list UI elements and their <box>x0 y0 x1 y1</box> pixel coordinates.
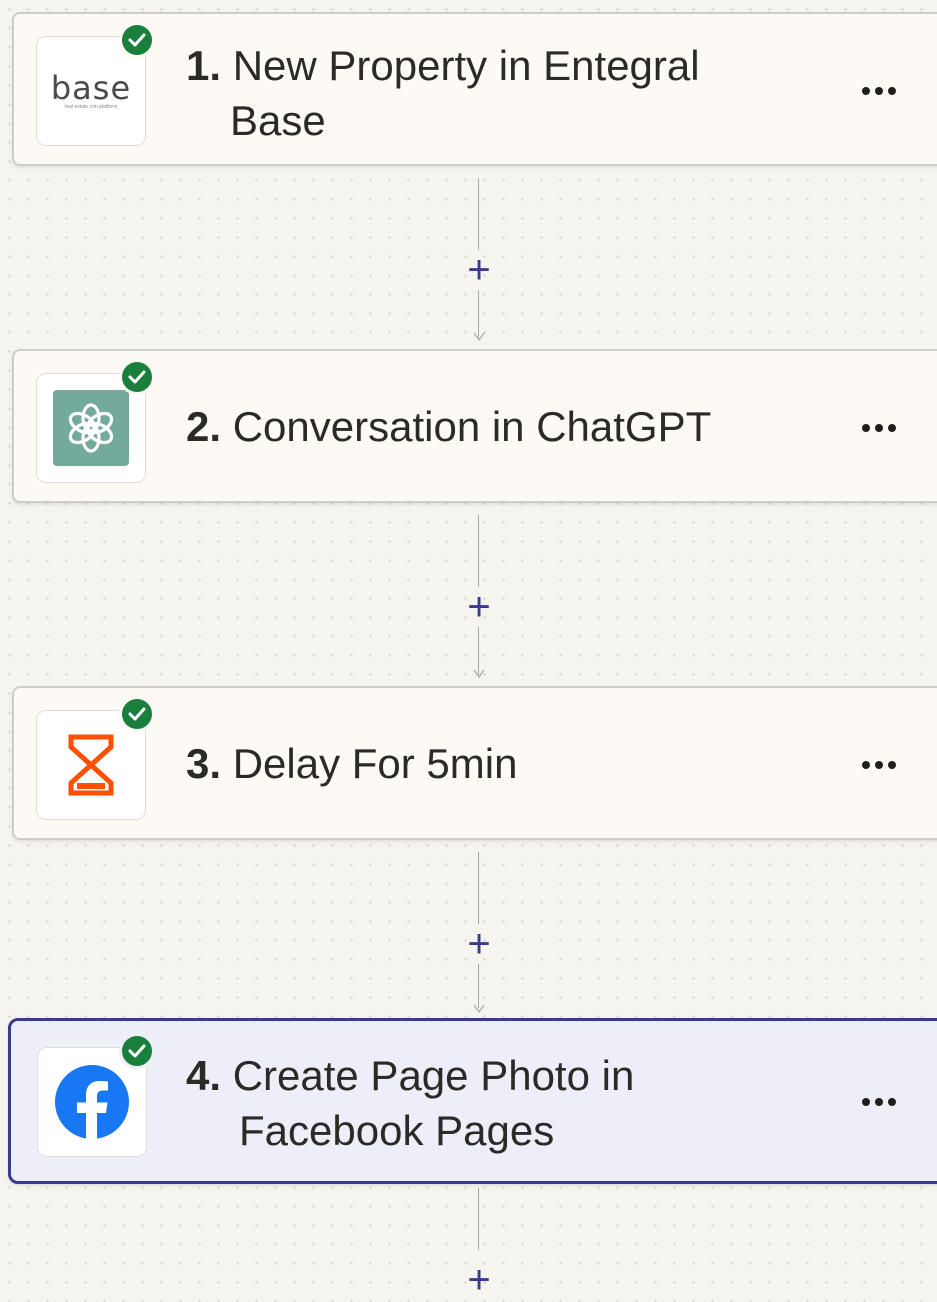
step-card-3[interactable]: 3. Delay For 5min <box>12 686 937 840</box>
connector-line <box>478 852 479 924</box>
step-menu-button[interactable] <box>849 1087 909 1117</box>
arrow-down-icon <box>473 332 485 342</box>
base-logo-icon: base real estate crm platform <box>51 72 131 110</box>
step-menu-button[interactable] <box>849 413 909 443</box>
add-step-button[interactable]: + <box>462 924 496 964</box>
step-title-line1: Conversation in ChatGPT <box>232 403 712 450</box>
step-card-2[interactable]: 2. Conversation in ChatGPT <box>12 349 937 503</box>
step-card-1[interactable]: base real estate crm platform 1. New Pro… <box>12 12 937 166</box>
connector-line <box>478 627 479 675</box>
step-title: 3. Delay For 5min <box>186 736 786 791</box>
connector-line <box>478 178 479 250</box>
step-title: 2. Conversation in ChatGPT <box>186 399 786 454</box>
connector-line <box>478 964 479 1008</box>
check-icon <box>119 359 155 395</box>
connector-line <box>478 515 479 587</box>
step-number: 4. <box>186 1052 222 1099</box>
step-title: 4. Create Page Photo in Facebook Pages <box>186 1048 786 1158</box>
step-number: 1. <box>186 42 222 89</box>
more-dots-icon <box>862 87 870 95</box>
add-step-button[interactable]: + <box>462 587 496 627</box>
arrow-down-icon <box>473 669 485 679</box>
add-step-button[interactable]: + <box>462 250 496 290</box>
step-menu-button[interactable] <box>849 76 909 106</box>
step-number: 2. <box>186 403 222 450</box>
logo-text: base <box>50 69 132 107</box>
more-dots-icon <box>862 761 870 769</box>
step-title: 1. New Property in Entegral Base <box>186 38 786 148</box>
step-number: 3. <box>186 740 222 787</box>
step-title-line1: New Property in Entegral <box>232 42 700 89</box>
hourglass-icon <box>68 734 114 796</box>
step-card-4[interactable]: 4. Create Page Photo in Facebook Pages <box>8 1018 937 1184</box>
step-title-line1: Delay For 5min <box>232 740 518 787</box>
check-icon <box>119 696 155 732</box>
more-dots-icon <box>862 1098 870 1106</box>
check-icon <box>119 1033 155 1069</box>
step-menu-button[interactable] <box>849 750 909 780</box>
facebook-logo-icon <box>55 1065 129 1139</box>
more-dots-icon <box>862 424 870 432</box>
step-title-line2: Base <box>230 97 326 144</box>
step-title-line2: Facebook Pages <box>239 1107 555 1154</box>
arrow-down-icon <box>473 1004 485 1014</box>
add-step-button[interactable]: + <box>462 1260 496 1300</box>
connector-line <box>478 290 479 338</box>
chatgpt-logo-icon <box>53 390 129 466</box>
connector-line <box>478 1188 479 1250</box>
step-title-line1: Create Page Photo in <box>232 1052 635 1099</box>
check-icon <box>119 22 155 58</box>
